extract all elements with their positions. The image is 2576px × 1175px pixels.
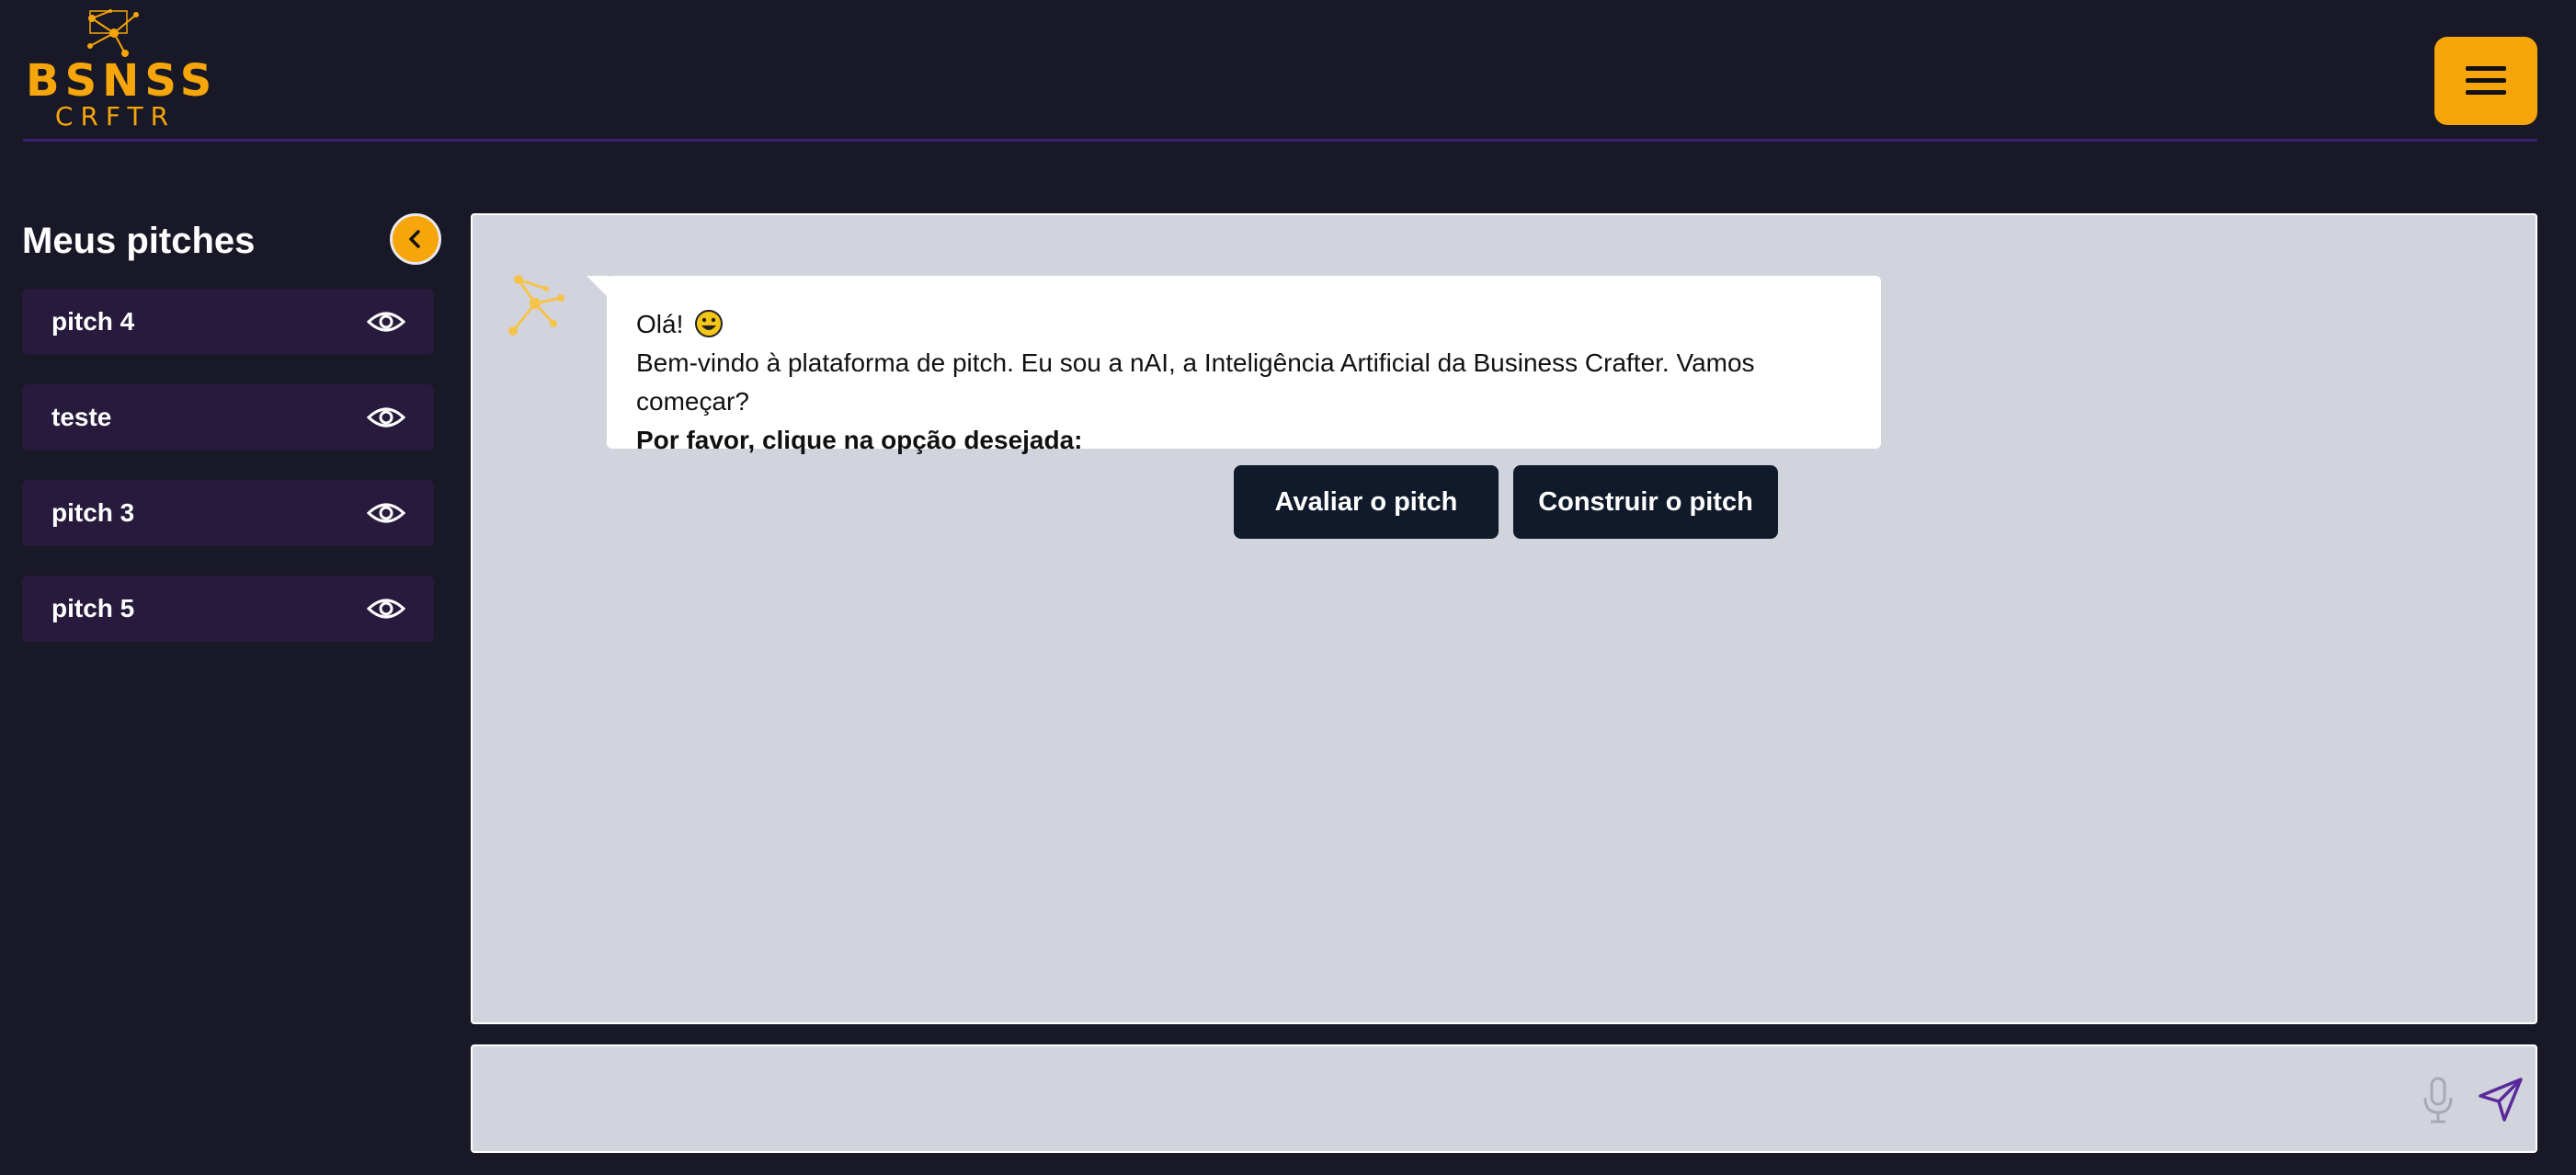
eye-icon[interactable] [366, 303, 406, 340]
pitch-item-label: pitch 5 [51, 594, 135, 622]
sidebar-title: Meus pitches [22, 221, 256, 261]
evaluate-pitch-button[interactable]: Avaliar o pitch [1234, 465, 1499, 539]
bot-message-text: Olá! Bem-vindo à plataforma de pitch. Eu… [636, 305, 1868, 460]
bot-avatar-icon [508, 275, 564, 336]
app-header: BSNSS CRFTR [0, 0, 2576, 142]
chevron-left-icon [409, 230, 420, 248]
eye-icon[interactable] [366, 399, 406, 436]
pitch-item[interactable]: teste [22, 384, 434, 451]
pitch-item-label: teste [51, 403, 112, 431]
message-prompt: Por favor, clique na opção desejada: [636, 426, 1083, 454]
pitch-item-label: pitch 4 [51, 307, 135, 336]
chat-panel: Olá! Bem-vindo à plataforma de pitch. Eu… [471, 213, 2537, 1024]
brand-logo[interactable]: BSNSS CRFTR [26, 9, 218, 131]
bubble-tail [587, 276, 609, 298]
pitch-item[interactable]: pitch 4 [22, 289, 434, 355]
send-icon[interactable] [2477, 1076, 2525, 1124]
message-input[interactable] [495, 1063, 2407, 1136]
bot-message-bubble: Olá! Bem-vindo à plataforma de pitch. Eu… [607, 276, 1881, 454]
message-greeting: Olá! [636, 310, 684, 338]
hamburger-icon [2466, 66, 2506, 95]
microphone-icon[interactable] [2418, 1076, 2458, 1125]
pitch-sidebar: Meus pitches pitch 4 teste pitch 3 pitch… [0, 202, 450, 1122]
logo-network-icon [87, 9, 139, 57]
logo-text-top: BSNSS [26, 55, 218, 107]
header-divider [23, 139, 2537, 142]
menu-button[interactable] [2434, 37, 2537, 125]
pitch-item[interactable]: pitch 3 [22, 480, 434, 546]
collapse-sidebar-button[interactable] [390, 213, 441, 265]
eye-icon[interactable] [366, 495, 406, 531]
smiley-emoji-icon [695, 310, 724, 337]
eye-icon[interactable] [366, 590, 406, 627]
option-buttons: Avaliar o pitch Construir o pitch [1234, 465, 1778, 539]
build-pitch-button[interactable]: Construir o pitch [1513, 465, 1778, 539]
pitch-item[interactable]: pitch 5 [22, 576, 434, 642]
pitch-item-label: pitch 3 [51, 498, 135, 527]
message-body: Bem-vindo à plataforma de pitch. Eu sou … [636, 348, 1755, 416]
message-input-bar [471, 1044, 2537, 1153]
pitch-list: pitch 4 teste pitch 3 pitch 5 [22, 289, 434, 671]
logo-text-bottom: CRFTR [54, 101, 177, 131]
